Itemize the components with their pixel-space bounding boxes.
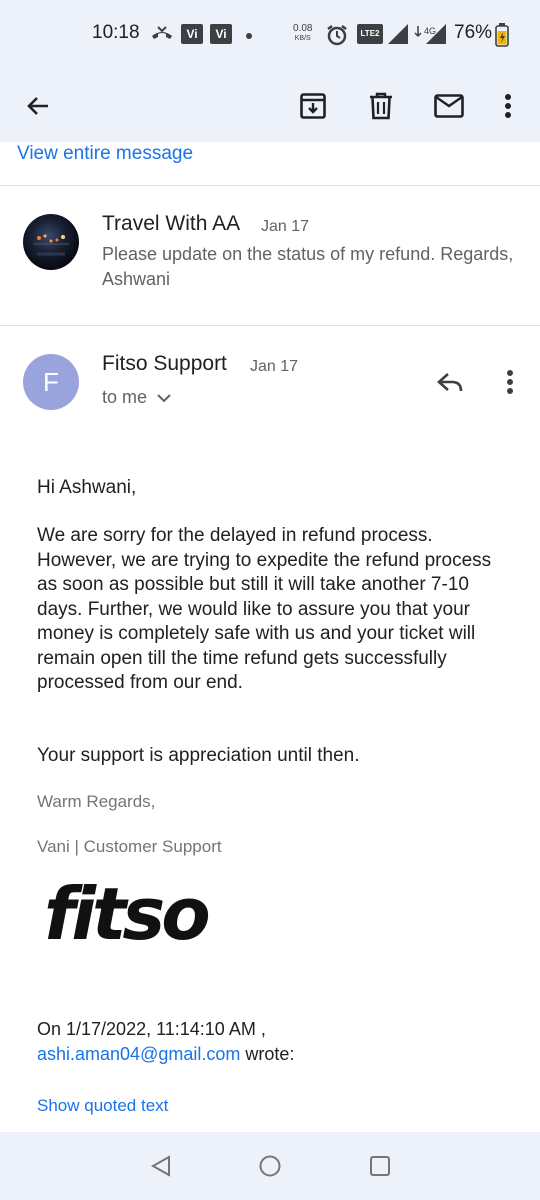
delete-icon	[370, 92, 392, 120]
volte-icon: LTE2	[357, 24, 383, 44]
clock: 10:18	[92, 22, 140, 43]
divider	[0, 325, 540, 326]
net-speed-value: 0.08	[293, 23, 313, 34]
avatar	[23, 214, 79, 270]
nav-back-icon	[150, 1155, 170, 1177]
body-paragraph: Your support is appreciation until then.	[37, 745, 360, 766]
mark-unread-icon	[434, 94, 464, 118]
message-snippet: Please update on the status of my refund…	[102, 244, 514, 289]
quote-header-text: On 1/17/2022, 11:14:10 AM ,	[37, 1019, 266, 1039]
avatar: F	[23, 354, 79, 410]
carrier-badge-2: Vi	[210, 24, 232, 44]
status-bar: 10:18 Vi Vi 0.08 KB/S LTE2 4G 76%	[0, 0, 540, 70]
more-vert-icon	[507, 370, 513, 394]
alarm-icon	[326, 24, 348, 51]
nav-home-icon	[259, 1155, 281, 1177]
message-date: Jan 17	[250, 358, 299, 375]
archive-button[interactable]	[289, 82, 337, 130]
net-speed: 0.08 KB/S	[293, 24, 312, 44]
delete-button[interactable]	[357, 82, 405, 130]
missed-call-icon	[150, 24, 174, 49]
navigation-bar	[0, 1132, 540, 1200]
sender-email-link[interactable]: ashi.aman04@gmail.com	[37, 1044, 240, 1064]
carrier-badge-1: Vi	[181, 24, 203, 44]
more-options-button[interactable]	[484, 82, 532, 130]
greeting: Hi Ashwani,	[37, 477, 137, 498]
toolbar	[0, 70, 540, 142]
battery-charging-icon	[495, 23, 509, 52]
quote-wrote: wrote:	[245, 1043, 295, 1064]
regards-text: Warm Regards,	[37, 792, 156, 811]
signature-text: Vani | Customer Support	[37, 837, 222, 856]
back-arrow-icon	[27, 97, 48, 115]
nav-home-button[interactable]	[256, 1152, 284, 1180]
4g-signal-icon: 4G	[414, 24, 448, 51]
signal-icon	[388, 24, 410, 49]
nav-recents-button[interactable]	[366, 1152, 394, 1180]
reply-button[interactable]	[430, 364, 470, 400]
fitso-logo: fitso	[44, 872, 211, 956]
more-vert-icon	[505, 94, 511, 118]
quote-header: On 1/17/2022, 11:14:10 AM , ashi.aman04@…	[37, 1017, 512, 1066]
message-date: Jan 17	[261, 218, 310, 235]
sender-name: Fitso Support	[102, 352, 227, 375]
chevron-down-icon	[157, 393, 171, 402]
avatar-photo-icon	[33, 234, 69, 256]
view-entire-message-link[interactable]: View entire message	[17, 143, 193, 165]
battery-percent: 76%	[454, 22, 493, 43]
nav-back-button[interactable]	[147, 1152, 175, 1180]
net-speed-unit: KB/S	[294, 35, 311, 42]
message-more-options-button[interactable]	[498, 364, 522, 400]
divider	[0, 185, 540, 186]
4g-label: 4G	[424, 26, 436, 36]
nav-recents-icon	[370, 1156, 390, 1176]
reply-icon	[437, 373, 463, 392]
recipient-label: to me	[102, 387, 148, 407]
recipient-details-toggle[interactable]: to me	[102, 387, 171, 408]
mark-unread-button[interactable]	[425, 82, 473, 130]
sender-name: Travel With AA	[102, 212, 241, 235]
archive-icon	[300, 93, 326, 119]
show-quoted-text-link[interactable]: Show quoted text	[37, 1096, 168, 1116]
dot-icon	[246, 33, 252, 39]
body-paragraph: We are sorry for the delayed in refund p…	[37, 525, 492, 693]
back-button[interactable]	[14, 82, 62, 130]
